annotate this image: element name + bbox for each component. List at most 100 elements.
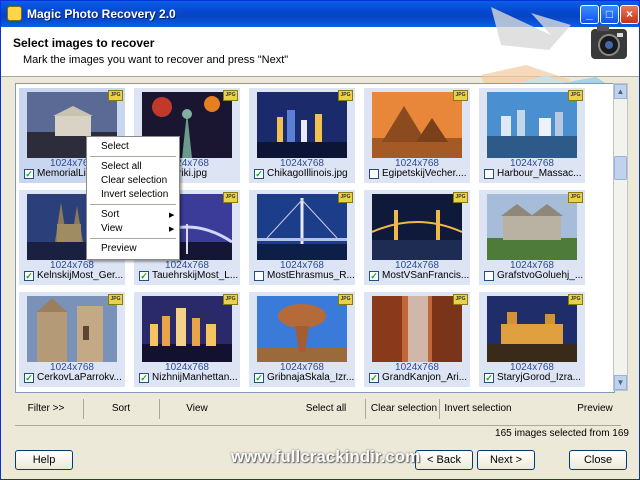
image-tile[interactable]: JPG 1024x768 ✓ NizhnijManhettan... xyxy=(134,292,240,387)
clear-selection-button[interactable]: Clear selection xyxy=(369,399,439,419)
menu-separator xyxy=(90,238,176,239)
thumbnail-image xyxy=(372,92,462,158)
back-button[interactable]: < Back xyxy=(415,450,473,470)
scroll-up-arrow-icon[interactable]: ▲ xyxy=(614,84,627,99)
image-gallery[interactable]: JPG 1024x768 ✓ MemorialLinko... JPG 1024… xyxy=(15,83,615,393)
image-checkbox[interactable] xyxy=(369,169,379,179)
jpg-badge: JPG xyxy=(223,90,238,101)
jpg-badge: JPG xyxy=(568,90,583,101)
jpg-badge: JPG xyxy=(338,90,353,101)
thumbnail-image xyxy=(142,296,232,362)
sort-button[interactable]: Sort xyxy=(91,399,151,419)
toolbar-separator xyxy=(159,399,160,419)
selection-status: 165 images selected from 169 xyxy=(495,428,629,439)
filter-button[interactable]: Filter >> xyxy=(15,399,77,419)
jpg-badge: JPG xyxy=(108,294,123,305)
image-tile[interactable]: JPG 1024x768 ✓ GrandKanjon_Ari... xyxy=(364,292,470,387)
gallery-toolbar: Filter >> Sort View Select all Clear sel… xyxy=(15,399,627,421)
scrollbar-thumb[interactable] xyxy=(614,156,627,180)
jpg-badge: JPG xyxy=(453,90,468,101)
toolbar-separator xyxy=(439,399,440,419)
context-menu: Select Select all Clear selection Invert… xyxy=(86,136,180,260)
thumbnail-image xyxy=(257,92,347,158)
image-checkbox[interactable] xyxy=(484,169,494,179)
image-checkbox[interactable]: ✓ xyxy=(24,271,34,281)
image-tile[interactable]: JPG 1024x768 ✓ CerkovLaParrokv... xyxy=(19,292,125,387)
page-title: Select images to recover xyxy=(13,36,155,50)
image-filename: GribnajaSkala_Izr... xyxy=(267,372,355,383)
image-checkbox[interactable] xyxy=(484,271,494,281)
thumbnail-image xyxy=(487,92,577,158)
image-tile[interactable]: JPG 1024x768 GrafstvoGoluehj_... xyxy=(479,190,585,285)
jpg-badge: JPG xyxy=(453,294,468,305)
menu-item-invert-selection[interactable]: Invert selection xyxy=(101,189,168,200)
image-checkbox[interactable]: ✓ xyxy=(139,271,149,281)
menu-item-select-all[interactable]: Select all xyxy=(101,161,142,172)
thumbnail-image xyxy=(487,296,577,362)
image-checkbox[interactable]: ✓ xyxy=(369,373,379,383)
thumbnail-image xyxy=(372,194,462,260)
image-tile[interactable]: JPG 1024x768 ✓ StaryjGorod_Izra... xyxy=(479,292,585,387)
thumbnail-image xyxy=(372,296,462,362)
image-tile[interactable]: JPG 1024x768 Harbour_Massac... xyxy=(479,88,585,183)
app-window: Magic Photo Recovery 2.0 _ □ × Select im… xyxy=(0,0,640,480)
jpg-badge: JPG xyxy=(338,192,353,203)
image-checkbox[interactable]: ✓ xyxy=(254,169,264,179)
jpg-badge: JPG xyxy=(568,192,583,203)
jpg-badge: JPG xyxy=(453,192,468,203)
image-filename: GrandKanjon_Ari... xyxy=(382,372,468,383)
watermark-text: www.fullcrackindir.com xyxy=(231,447,421,466)
vertical-scrollbar[interactable]: ▲ ▼ xyxy=(613,83,628,391)
select-all-button[interactable]: Select all xyxy=(291,399,361,419)
menu-separator xyxy=(90,204,176,205)
menu-item-select[interactable]: Select xyxy=(101,141,129,152)
image-checkbox[interactable] xyxy=(254,271,264,281)
image-tile[interactable]: JPG 1024x768 ✓ MostVSanFrancis... xyxy=(364,190,470,285)
invert-selection-button[interactable]: Invert selection xyxy=(443,399,513,419)
menu-item-view[interactable]: View xyxy=(101,223,123,234)
jpg-badge: JPG xyxy=(223,192,238,203)
image-checkbox[interactable]: ✓ xyxy=(139,373,149,383)
image-tile[interactable]: JPG 1024x768 EgipetskijVecher.... xyxy=(364,88,470,183)
image-filename: StaryjGorod_Izra... xyxy=(497,372,581,383)
image-tile[interactable]: JPG 1024x768 ✓ ChikagoIllinois.jpg xyxy=(249,88,355,183)
app-icon xyxy=(7,6,22,21)
menu-item-preview[interactable]: Preview xyxy=(101,243,137,254)
image-checkbox[interactable]: ✓ xyxy=(24,373,34,383)
view-button[interactable]: View xyxy=(167,399,227,419)
image-tile[interactable]: JPG 1024x768 MostEhrasmus_R... xyxy=(249,190,355,285)
toolbar-separator xyxy=(83,399,84,419)
help-button[interactable]: Help xyxy=(15,450,73,470)
menu-separator xyxy=(90,156,176,157)
image-filename: EgipetskijVecher.... xyxy=(382,168,467,179)
preview-button[interactable]: Preview xyxy=(565,399,625,419)
image-filename: KelnskijMost_Ger... xyxy=(37,270,124,281)
image-filename: GrafstvoGoluehj_... xyxy=(497,270,584,281)
image-filename: NizhnijManhettan... xyxy=(152,372,238,383)
toolbar-separator xyxy=(365,399,366,419)
jpg-badge: JPG xyxy=(568,294,583,305)
thumbnail-image xyxy=(27,296,117,362)
jpg-badge: JPG xyxy=(108,90,123,101)
menu-item-sort[interactable]: Sort xyxy=(101,209,119,220)
submenu-arrow-icon: ▶ xyxy=(169,226,175,233)
image-checkbox[interactable]: ✓ xyxy=(24,169,34,179)
image-filename: TauehrskijMost_L... xyxy=(152,270,239,281)
image-checkbox[interactable]: ✓ xyxy=(254,373,264,383)
image-filename: Harbour_Massac... xyxy=(497,168,582,179)
thumbnail-image xyxy=(257,194,347,260)
image-tile[interactable]: JPG 1024x768 ✓ GribnajaSkala_Izr... xyxy=(249,292,355,387)
jpg-badge: JPG xyxy=(223,294,238,305)
close-button[interactable]: Close xyxy=(569,450,627,470)
scroll-down-arrow-icon[interactable]: ▼ xyxy=(614,375,627,390)
jpg-badge: JPG xyxy=(338,294,353,305)
image-checkbox[interactable]: ✓ xyxy=(369,271,379,281)
image-filename: CerkovLaParrokv... xyxy=(37,372,122,383)
menu-item-clear-selection[interactable]: Clear selection xyxy=(101,175,167,186)
image-filename: ChikagoIllinois.jpg xyxy=(267,168,348,179)
page-subtitle: Mark the images you want to recover and … xyxy=(23,54,289,66)
window-title: Magic Photo Recovery 2.0 xyxy=(27,7,176,21)
thumbnail-image xyxy=(257,296,347,362)
next-button[interactable]: Next > xyxy=(477,450,535,470)
image-checkbox[interactable]: ✓ xyxy=(484,373,494,383)
